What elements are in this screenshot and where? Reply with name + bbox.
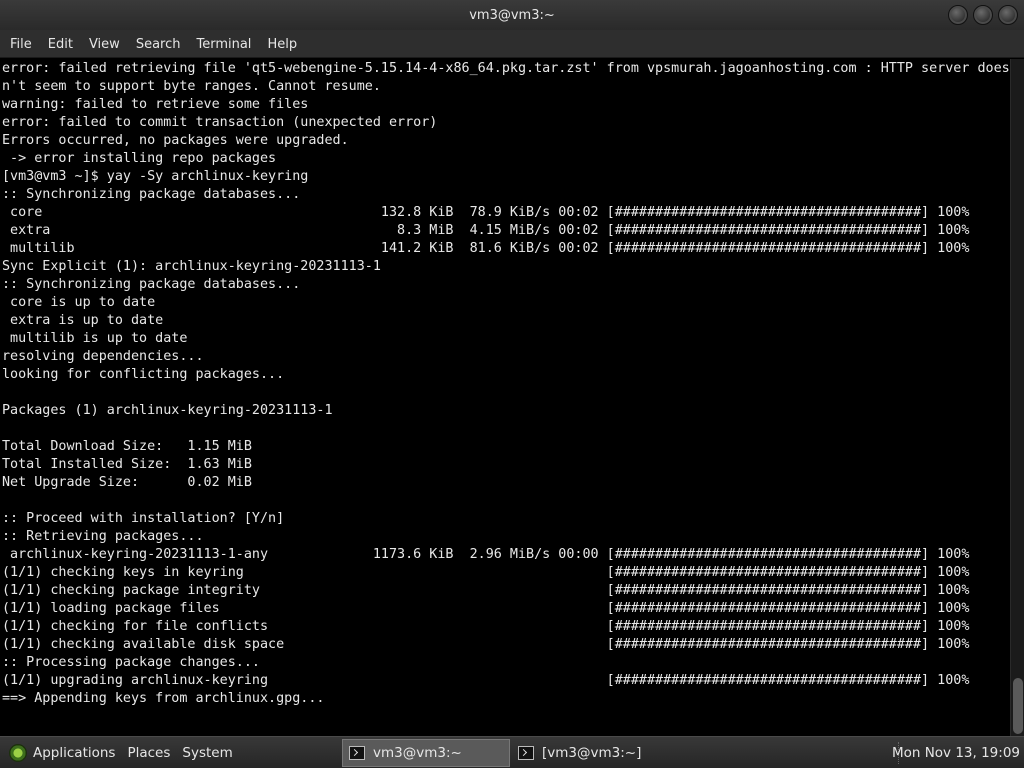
- terminal-line: n't seem to support byte ranges. Cannot …: [2, 79, 381, 94]
- terminal-line: extra is up to date: [2, 313, 164, 328]
- terminal-line: [vm3@vm3 ~]$ yay -Sy archlinux-keyring: [2, 169, 309, 184]
- menu-help[interactable]: Help: [259, 33, 305, 54]
- minimize-button[interactable]: [948, 5, 968, 25]
- window-title: vm3@vm3:~: [469, 7, 555, 23]
- terminal-line: Total Download Size: 1.15 MiB: [2, 439, 252, 454]
- terminal-line: multilib is up to date: [2, 331, 188, 346]
- menu-file[interactable]: File: [2, 33, 40, 54]
- clock[interactable]: Mon Nov 13, 19:09: [892, 737, 1020, 768]
- menu-edit[interactable]: Edit: [40, 33, 81, 54]
- terminal-line: Net Upgrade Size: 0.02 MiB: [2, 475, 252, 490]
- terminal-line: :: Proceed with installation? [Y/n]: [2, 511, 285, 526]
- terminal-line: multilib 141.2 KiB 81.6 KiB/s 00:02 [###…: [2, 241, 970, 256]
- terminal-icon: [349, 746, 365, 760]
- menubar: File Edit View Search Terminal Help: [0, 30, 1024, 58]
- terminal-scrollbar[interactable]: [1010, 59, 1024, 736]
- terminal-line: Packages (1) archlinux-keyring-20231113-…: [2, 403, 333, 418]
- terminal-line: Sync Explicit (1): archlinux-keyring-202…: [2, 259, 381, 274]
- terminal-line: warning: failed to retrieve some files: [2, 97, 309, 112]
- taskbar: Applications Places System vm3@vm3:~ [vm…: [0, 736, 1024, 768]
- terminal-line: archlinux-keyring-20231113-1-any 1173.6 …: [2, 547, 970, 562]
- menu-view[interactable]: View: [81, 33, 128, 54]
- applications-menu[interactable]: Applications: [33, 745, 123, 761]
- window-titlebar[interactable]: vm3@vm3:~: [0, 0, 1024, 30]
- task-label: [vm3@vm3:~]: [542, 745, 642, 761]
- terminal-line: extra 8.3 MiB 4.15 MiB/s 00:02 [########…: [2, 223, 970, 238]
- terminal-line: :: Synchronizing package databases...: [2, 277, 301, 292]
- taskbar-task-terminal-active[interactable]: vm3@vm3:~: [342, 739, 510, 767]
- terminal-icon: [518, 746, 534, 760]
- terminal-line: core 132.8 KiB 78.9 KiB/s 00:02 [#######…: [2, 205, 970, 220]
- terminal-line: looking for conflicting packages...: [2, 367, 285, 382]
- terminal-line: error: failed retrieving file 'qt5-weben…: [2, 61, 1010, 76]
- menu-terminal[interactable]: Terminal: [188, 33, 259, 54]
- terminal-output[interactable]: error: failed retrieving file 'qt5-weben…: [0, 59, 1010, 736]
- terminal-line: (1/1) checking keys in keyring [########…: [2, 565, 970, 580]
- terminal-line: :: Synchronizing package databases...: [2, 187, 301, 202]
- close-button[interactable]: [998, 5, 1018, 25]
- terminal-line: -> error installing repo packages: [2, 151, 277, 166]
- terminal-line: (1/1) checking for file conflicts [#####…: [2, 619, 970, 634]
- places-menu[interactable]: Places: [127, 745, 178, 761]
- taskbar-task-terminal[interactable]: [vm3@vm3:~]: [512, 739, 692, 767]
- terminal-line: (1/1) loading package files [###########…: [2, 601, 970, 616]
- terminal-line: (1/1) upgrading archlinux-keyring [#####…: [2, 673, 970, 688]
- terminal-line: :: Processing package changes...: [2, 655, 260, 670]
- terminal-line: Errors occurred, no packages were upgrad…: [2, 133, 349, 148]
- terminal-line: core is up to date: [2, 295, 156, 310]
- terminal-line: (1/1) checking package integrity [######…: [2, 583, 970, 598]
- terminal-line: (1/1) checking available disk space [###…: [2, 637, 970, 652]
- terminal-line: Total Installed Size: 1.63 MiB: [2, 457, 252, 472]
- terminal-lines: error: failed retrieving file 'qt5-weben…: [0, 59, 1010, 708]
- menu-search[interactable]: Search: [128, 33, 189, 54]
- window-controls: [948, 5, 1018, 25]
- terminal-line: error: failed to commit transaction (une…: [2, 115, 438, 130]
- terminal-line: :: Retrieving packages...: [2, 529, 204, 544]
- scrollbar-thumb[interactable]: [1013, 678, 1023, 734]
- terminal-line: resolving dependencies...: [2, 349, 204, 364]
- applications-icon[interactable]: [9, 743, 27, 762]
- maximize-button[interactable]: [973, 5, 993, 25]
- task-label: vm3@vm3:~: [373, 745, 462, 761]
- terminal-line: ==> Appending keys from archlinux.gpg...: [2, 691, 325, 706]
- system-menu[interactable]: System: [182, 745, 240, 761]
